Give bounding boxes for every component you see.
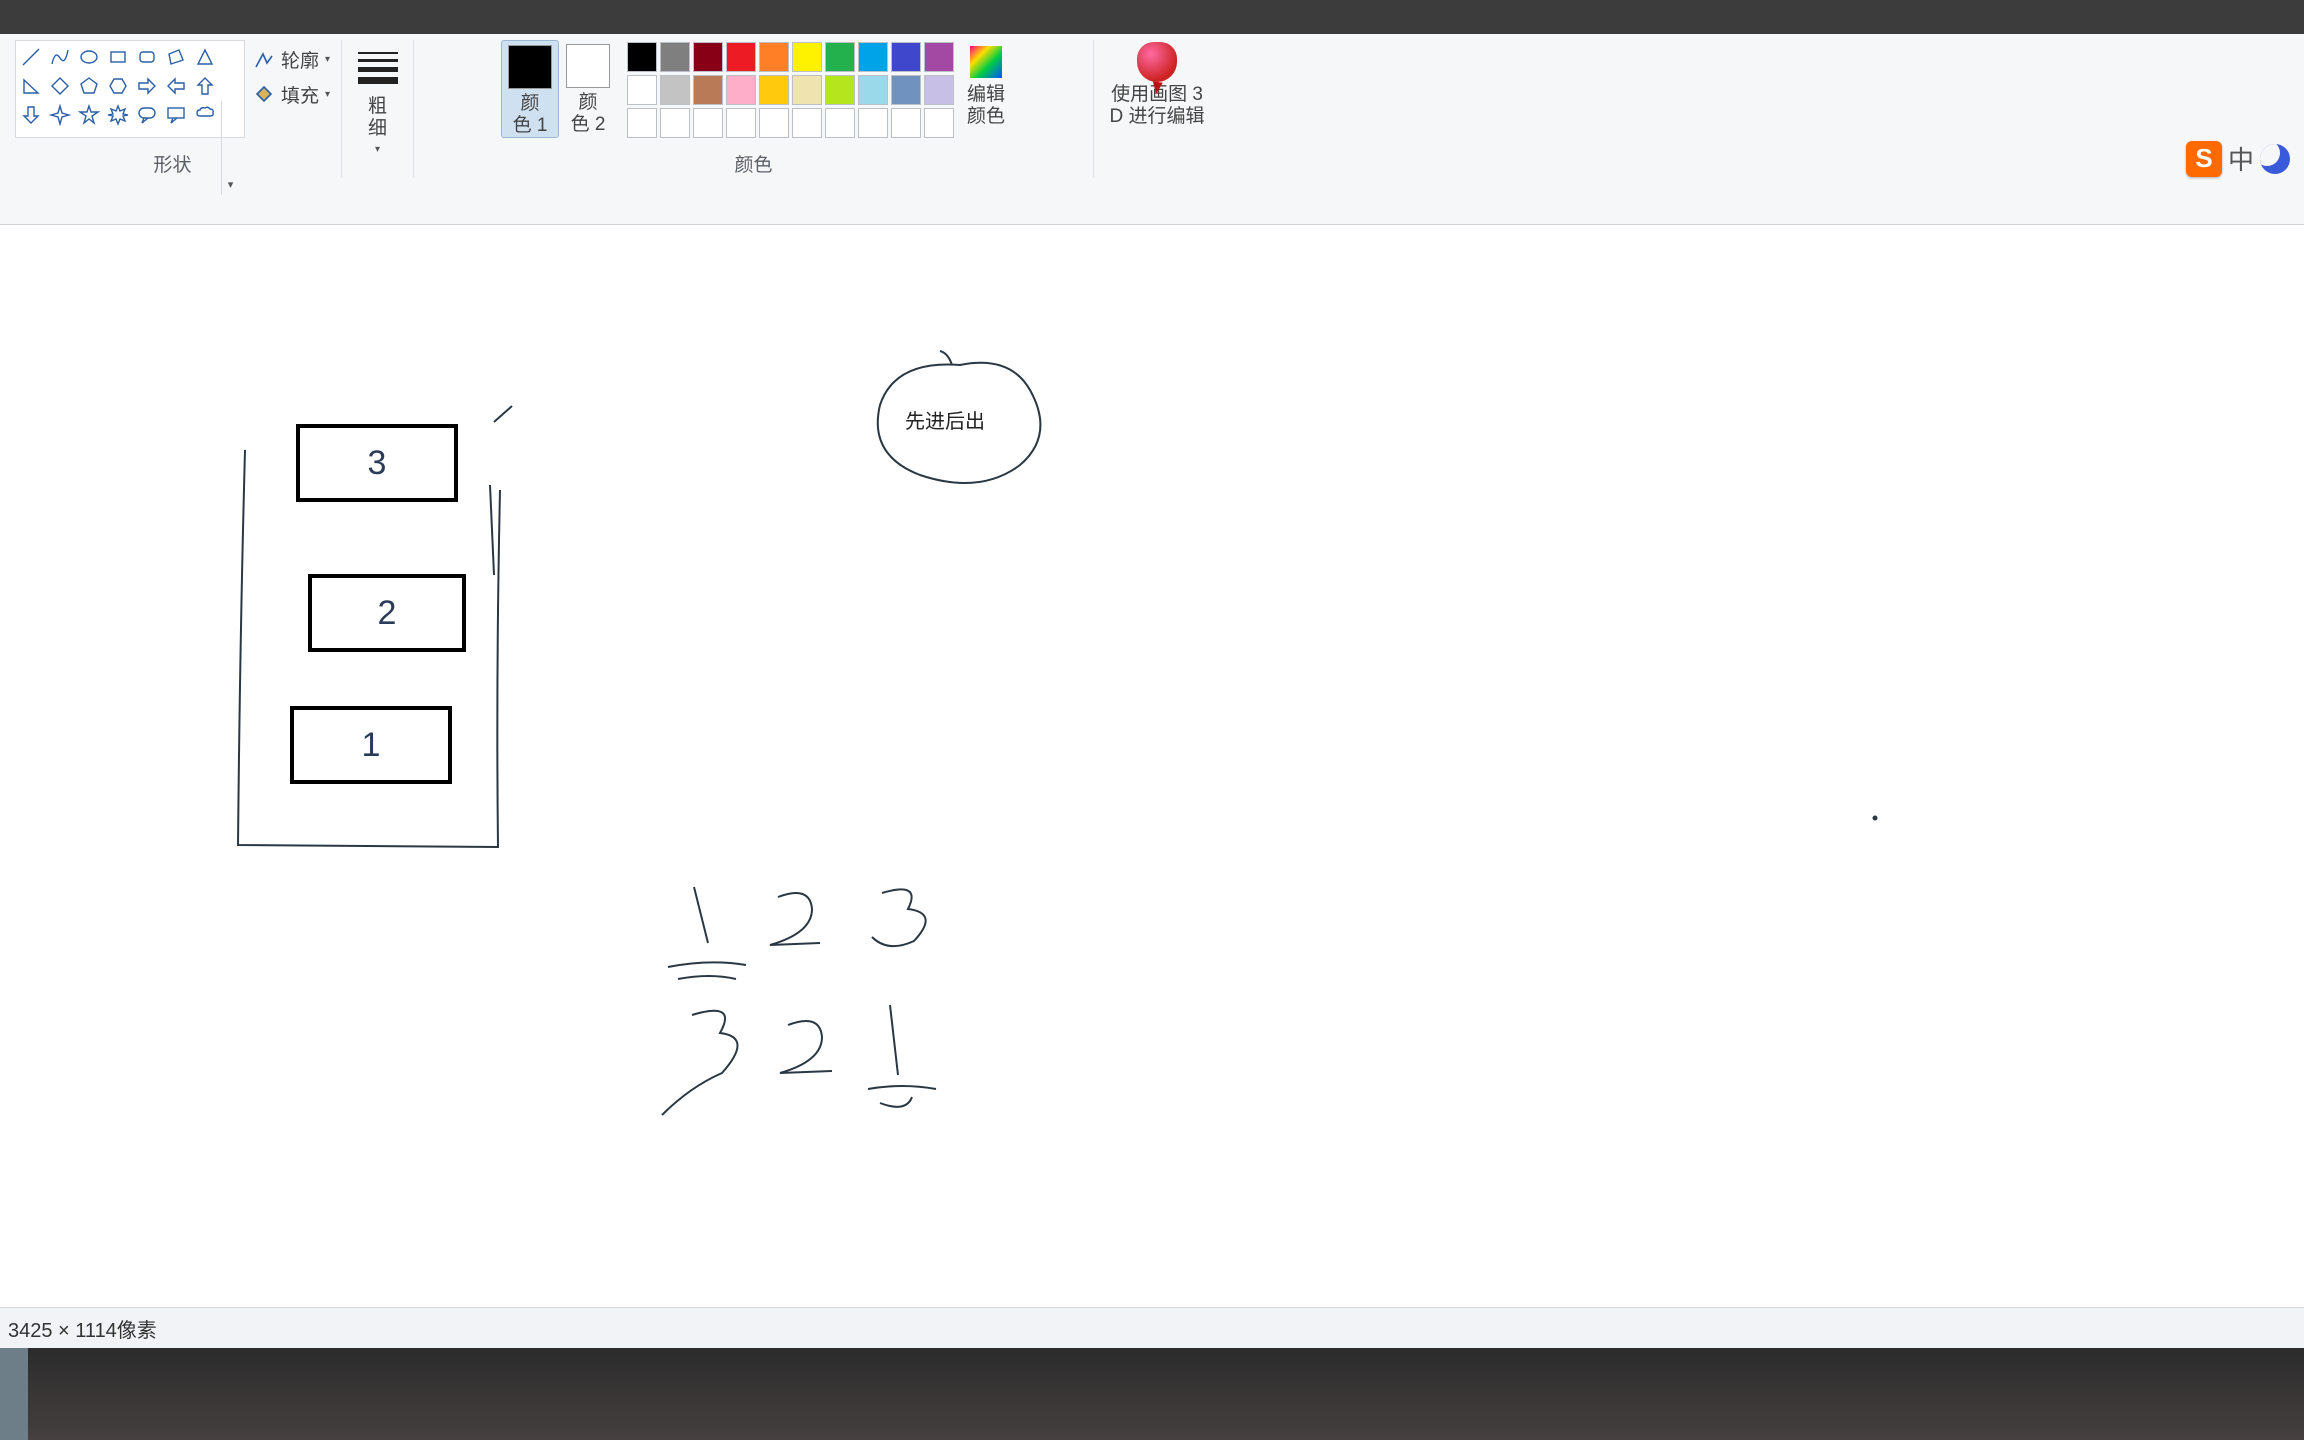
fill-label: 填充: [281, 81, 319, 108]
shape-line[interactable]: [18, 43, 45, 70]
paint3d-icon: [1137, 42, 1177, 82]
canvas-area[interactable]: 3 2 1 先进后出: [0, 225, 2304, 1307]
color1-swatch: [508, 45, 552, 89]
titlebar-dark: [0, 0, 2304, 34]
palette-swatch[interactable]: [792, 42, 822, 72]
shape-arrow-down[interactable]: [18, 101, 45, 128]
palette-swatch[interactable]: [891, 42, 921, 72]
color1-label: 颜 色 1: [513, 93, 548, 137]
palette-swatch[interactable]: [627, 42, 657, 72]
color1-button[interactable]: 颜 色 1: [501, 40, 559, 138]
status-bar: 3425 × 1114像素: [0, 1307, 2304, 1348]
ribbon-group-shapes: ▾ 轮廓 ▾ 填充 ▾ 形状: [4, 40, 342, 177]
palette-swatch[interactable]: [825, 108, 855, 138]
stack-box-2: 2: [308, 574, 466, 652]
ribbon-group-colors: 颜 色 1 颜 色 2 编辑 颜色 颜色: [414, 40, 1094, 177]
shape-callout-round[interactable]: [134, 101, 161, 128]
palette-swatch[interactable]: [627, 108, 657, 138]
palette-swatch[interactable]: [693, 42, 723, 72]
palette-swatch[interactable]: [924, 42, 954, 72]
palette-swatch[interactable]: [825, 42, 855, 72]
shape-hexagon[interactable]: [105, 72, 132, 99]
shape-diamond[interactable]: [47, 72, 74, 99]
palette-swatch[interactable]: [759, 42, 789, 72]
shape-arrow-right[interactable]: [134, 72, 161, 99]
ime-lang-label: 中: [2228, 140, 2254, 177]
palette-swatch[interactable]: [858, 108, 888, 138]
shape-triangle[interactable]: [192, 43, 219, 70]
palette-swatch[interactable]: [726, 75, 756, 105]
stroke-width-button[interactable]: 粗 细 ▾: [354, 40, 402, 155]
shapes-gallery[interactable]: ▾: [15, 40, 245, 138]
palette-swatch[interactable]: [693, 108, 723, 138]
palette-swatch[interactable]: [759, 75, 789, 105]
color2-label: 颜 色 2: [571, 92, 606, 136]
color2-swatch: [566, 44, 610, 88]
outline-label: 轮廓: [281, 46, 319, 73]
group-label-shapes: 形状: [12, 144, 333, 177]
shape-oval[interactable]: [76, 43, 103, 70]
shape-right-triangle[interactable]: [18, 72, 45, 99]
palette-swatch[interactable]: [726, 108, 756, 138]
shape-polygon[interactable]: [163, 43, 190, 70]
taskbar-area: [0, 1348, 2304, 1440]
stroke-width-icon: [354, 44, 402, 92]
palette-swatch[interactable]: [825, 75, 855, 105]
shape-rect[interactable]: [105, 43, 132, 70]
shape-pentagon[interactable]: [76, 72, 103, 99]
ime-indicator[interactable]: S 中: [2186, 140, 2290, 177]
shape-fill-dropdown[interactable]: 填充 ▾: [253, 81, 330, 108]
paint-canvas[interactable]: 3 2 1 先进后出: [0, 225, 2304, 1307]
shape-star5[interactable]: [76, 101, 103, 128]
bubble-text: 先进后出: [905, 405, 985, 434]
palette-swatch[interactable]: [759, 108, 789, 138]
shape-curve[interactable]: [47, 43, 74, 70]
color2-button[interactable]: 颜 色 2: [559, 40, 617, 136]
palette-swatch[interactable]: [792, 75, 822, 105]
ribbon: ▾ 轮廓 ▾ 填充 ▾ 形状: [0, 34, 2304, 225]
shape-arrow-up[interactable]: [192, 72, 219, 99]
shape-callout-rect[interactable]: [163, 101, 190, 128]
edit-colors-button[interactable]: 编辑 颜色: [966, 40, 1006, 128]
palette-swatch[interactable]: [660, 42, 690, 72]
ribbon-group-paint3d: 使用画图 3 D 进行编辑: [1094, 40, 1220, 177]
palette-swatch[interactable]: [924, 75, 954, 105]
shape-callout-cloud[interactable]: [192, 101, 219, 128]
shape-star6[interactable]: [105, 101, 132, 128]
palette-swatch[interactable]: [924, 108, 954, 138]
palette-swatch[interactable]: [891, 75, 921, 105]
shape-arrow-left[interactable]: [163, 72, 190, 99]
shape-star4[interactable]: [47, 101, 74, 128]
palette-swatch[interactable]: [792, 108, 822, 138]
taskbar-thumb[interactable]: [0, 1348, 28, 1440]
stack-box-3: 3: [296, 424, 458, 502]
palette-swatch[interactable]: [660, 75, 690, 105]
shapes-gallery-expand[interactable]: ▾: [221, 101, 239, 195]
stroke-label: 粗 细: [368, 96, 387, 140]
ime-sogou-icon: S: [2186, 141, 2222, 177]
canvas-size-label: 3425 × 1114像素: [8, 1314, 157, 1343]
palette-swatch[interactable]: [858, 42, 888, 72]
stack-box-1: 1: [290, 706, 452, 784]
edit-colors-label: 编辑 颜色: [967, 84, 1005, 128]
palette-swatch[interactable]: [627, 75, 657, 105]
group-label-colors: 颜色: [422, 144, 1085, 177]
palette-swatch[interactable]: [693, 75, 723, 105]
ime-moon-icon: [2260, 144, 2290, 174]
palette-swatch[interactable]: [726, 42, 756, 72]
palette-swatch[interactable]: [660, 108, 690, 138]
palette-swatch[interactable]: [858, 75, 888, 105]
palette-swatch[interactable]: [891, 108, 921, 138]
color-palette: [627, 40, 954, 138]
shape-roundrect[interactable]: [134, 43, 161, 70]
paint3d-button[interactable]: 使用画图 3 D 进行编辑: [1102, 40, 1212, 128]
shape-outline-dropdown[interactable]: 轮廓 ▾: [253, 46, 330, 73]
ribbon-group-stroke: 粗 细 ▾: [342, 40, 414, 177]
